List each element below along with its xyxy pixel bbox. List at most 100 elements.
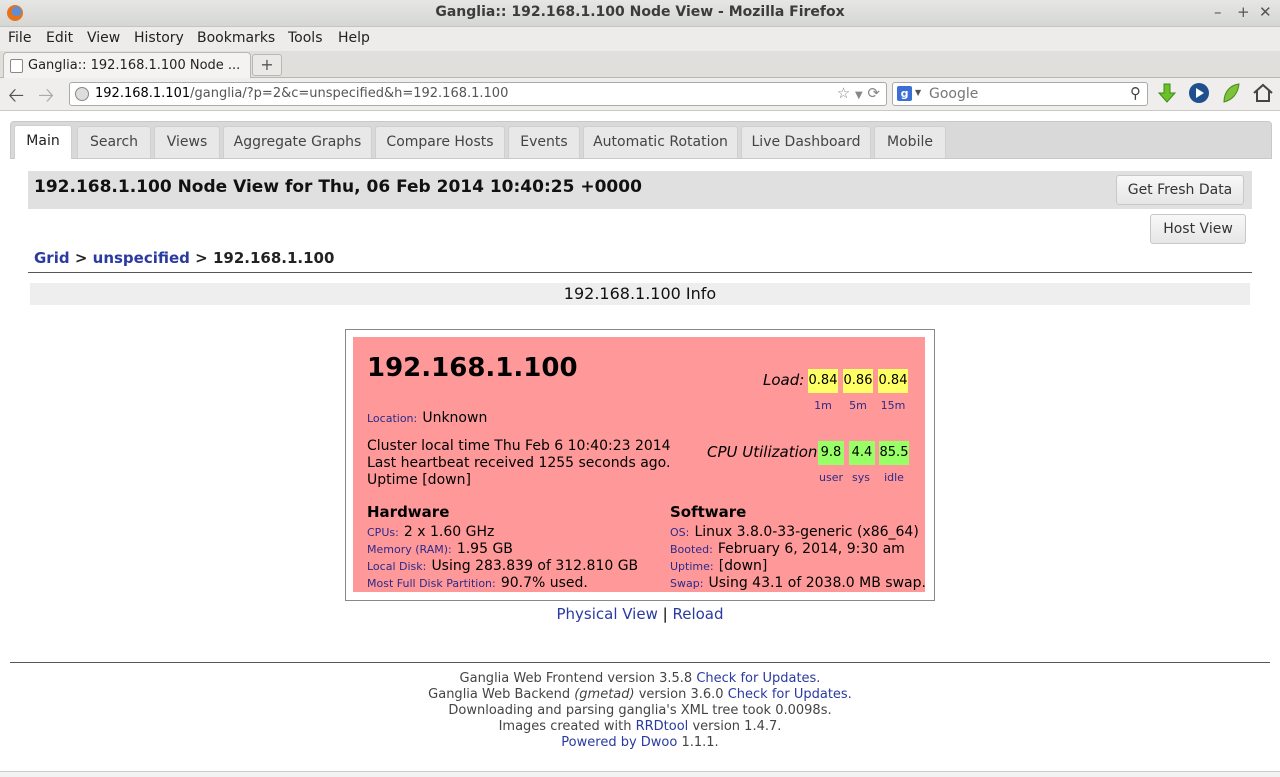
minimize-icon[interactable]: – xyxy=(1214,3,1222,21)
downloads-icon[interactable] xyxy=(1156,82,1178,104)
google-engine-icon[interactable]: g xyxy=(897,86,912,101)
breadcrumb-grid-link[interactable]: Grid xyxy=(34,249,70,267)
reload-icon[interactable]: ⟳ xyxy=(867,84,880,102)
window-bottom-edge xyxy=(0,771,1280,777)
dwoo-link[interactable]: Powered by Dwoo xyxy=(561,735,677,750)
backend-version: version 3.6.0 xyxy=(638,687,724,702)
menu-edit[interactable]: Edit xyxy=(46,30,73,46)
breadcrumb-separator: > xyxy=(74,249,88,267)
parse-time: Downloading and parsing ganglia's XML tr… xyxy=(448,703,832,718)
location-value: Unknown xyxy=(422,410,488,426)
load-1m-value: 0.84 xyxy=(808,369,838,393)
search-magnifier-icon[interactable]: ⚲ xyxy=(1130,84,1141,102)
media-player-icon[interactable] xyxy=(1188,82,1210,104)
tab-mobile[interactable]: Mobile xyxy=(874,126,946,158)
menu-bar: File Edit View History Bookmarks Tools H… xyxy=(0,27,1280,51)
tab-events[interactable]: Events xyxy=(508,126,580,158)
images-created-label: Images created with xyxy=(498,719,632,734)
menu-help[interactable]: Help xyxy=(338,30,370,46)
search-bar[interactable]: g ▼ Google ⚲ xyxy=(892,82,1148,106)
breadcrumb: Grid > unspecified > 192.168.1.100 xyxy=(34,249,334,267)
home-icon[interactable] xyxy=(1252,82,1274,104)
backend-update-link[interactable]: Check for Updates. xyxy=(728,687,852,702)
breadcrumb-host: 192.168.1.100 xyxy=(212,249,335,267)
menu-file[interactable]: File xyxy=(8,30,31,46)
backend-label: Ganglia Web Backend xyxy=(428,687,571,702)
window-titlebar: Ganglia:: 192.168.1.100 Node View - Mozi… xyxy=(0,0,1280,27)
url-bar-icons: ☆ ▼ ⟳ xyxy=(837,84,880,102)
tab-compare-hosts[interactable]: Compare Hosts xyxy=(375,126,505,158)
rrdtool-link[interactable]: RRDtool xyxy=(636,719,689,734)
forward-arrow-icon[interactable]: 🡢 xyxy=(38,81,54,115)
cpu-idle-label: idle xyxy=(884,471,904,484)
hardware-heading: Hardware xyxy=(367,503,450,521)
menu-history[interactable]: History xyxy=(134,30,184,46)
frontend-update-link[interactable]: Check for Updates. xyxy=(696,671,820,686)
url-bar[interactable]: 192.168.1.101/ganglia/?p=2&c=unspecified… xyxy=(69,82,887,106)
tab-search[interactable]: Search xyxy=(77,126,151,158)
load-15m-value: 0.84 xyxy=(878,369,908,393)
site-identity-icon[interactable] xyxy=(75,87,89,101)
cpu-idle-value: 85.5 xyxy=(879,441,909,465)
view-links: Physical View | Reload xyxy=(0,605,1280,623)
tab-automatic-rotation[interactable]: Automatic Rotation xyxy=(583,126,738,158)
cpu-sys-label: sys xyxy=(852,471,870,484)
bookmark-star-icon[interactable]: ☆ xyxy=(837,84,850,102)
get-fresh-data-button[interactable]: Get Fresh Data xyxy=(1116,175,1244,205)
disk-partition-label: Most Full Disk Partition: xyxy=(367,577,496,590)
tab-aggregate-graphs[interactable]: Aggregate Graphs xyxy=(223,126,372,158)
cluster-local-time: Cluster local time Thu Feb 6 10:40:23 20… xyxy=(367,438,671,454)
page-content: Main Search Views Aggregate Graphs Compa… xyxy=(0,111,1280,777)
ganglia-tab-bar: Main Search Views Aggregate Graphs Compa… xyxy=(10,121,1272,159)
maximize-icon[interactable]: + xyxy=(1237,3,1250,21)
browser-tab-active[interactable]: Ganglia:: 192.168.1.100 Node ... xyxy=(3,52,251,78)
engine-dropdown-icon[interactable]: ▼ xyxy=(915,88,921,97)
navigation-toolbar: 🡠 🡢 192.168.1.101/ganglia/?p=2&c=unspeci… xyxy=(0,78,1280,111)
search-placeholder: Google xyxy=(929,86,979,102)
info-heading: 192.168.1.100 Info xyxy=(30,283,1250,305)
swap-value: Using 43.1 of 2038.0 MB swap. xyxy=(708,575,926,591)
footer-divider xyxy=(10,662,1270,663)
rrdtool-version: version 1.4.7. xyxy=(692,719,782,734)
back-arrow-icon[interactable]: 🡠 xyxy=(8,81,24,115)
frontend-version: Ganglia Web Frontend version 3.5.8 xyxy=(459,671,693,686)
page-favicon-icon xyxy=(10,59,23,73)
tab-views[interactable]: Views xyxy=(154,126,220,158)
url-text[interactable]: 192.168.1.101/ganglia/?p=2&c=unspecified… xyxy=(95,86,508,101)
footer: Ganglia Web Frontend version 3.5.8 Check… xyxy=(0,671,1280,751)
menu-view[interactable]: View xyxy=(87,30,120,46)
url-host: 192.168.1.101 xyxy=(95,86,191,101)
new-tab-button[interactable]: + xyxy=(252,54,282,76)
window-title: Ganglia:: 192.168.1.100 Node View - Mozi… xyxy=(435,4,845,20)
breadcrumb-separator: > xyxy=(195,249,208,267)
link-separator: | xyxy=(662,605,668,623)
load-5m-value: 0.86 xyxy=(843,369,873,393)
leaf-addon-icon[interactable] xyxy=(1220,82,1242,104)
page-title: 192.168.1.100 Node View for Thu, 06 Feb … xyxy=(34,177,642,197)
gmetad-label: (gmetad) xyxy=(574,687,635,702)
menu-tools[interactable]: Tools xyxy=(288,30,323,46)
cpu-sys-value: 4.4 xyxy=(849,441,875,465)
breadcrumb-cluster-link[interactable]: unspecified xyxy=(93,249,190,267)
node-view-header: 192.168.1.100 Node View for Thu, 06 Feb … xyxy=(28,171,1252,209)
close-icon[interactable]: ✕ xyxy=(1259,3,1272,21)
disk-partition-value: 90.7% used. xyxy=(500,575,588,591)
physical-view-link[interactable]: Physical View xyxy=(556,605,657,623)
location-label: Location: xyxy=(367,412,418,425)
cpu-user-label: user xyxy=(819,471,843,484)
load-1m-label: 1m xyxy=(814,399,832,412)
reload-link[interactable]: Reload xyxy=(672,605,723,623)
tab-live-dashboard[interactable]: Live Dashboard xyxy=(741,126,871,158)
browser-tab-label: Ganglia:: 192.168.1.100 Node ... xyxy=(28,58,241,73)
load-5m-label: 5m xyxy=(849,399,867,412)
dropdown-arrow-icon[interactable]: ▼ xyxy=(855,90,863,101)
menu-bookmarks[interactable]: Bookmarks xyxy=(197,30,275,46)
url-path: /ganglia/?p=2&c=unspecified&h=192.168.1.… xyxy=(190,86,509,101)
load-15m-label: 15m xyxy=(880,399,906,412)
host-info-card: 192.168.1.100 Location: Unknown Cluster … xyxy=(353,337,926,592)
divider xyxy=(28,272,1252,273)
load-label: Load: xyxy=(763,371,805,389)
tab-main[interactable]: Main xyxy=(14,125,72,159)
host-view-button[interactable]: Host View xyxy=(1150,214,1246,244)
dwoo-version: 1.1.1. xyxy=(681,735,719,750)
